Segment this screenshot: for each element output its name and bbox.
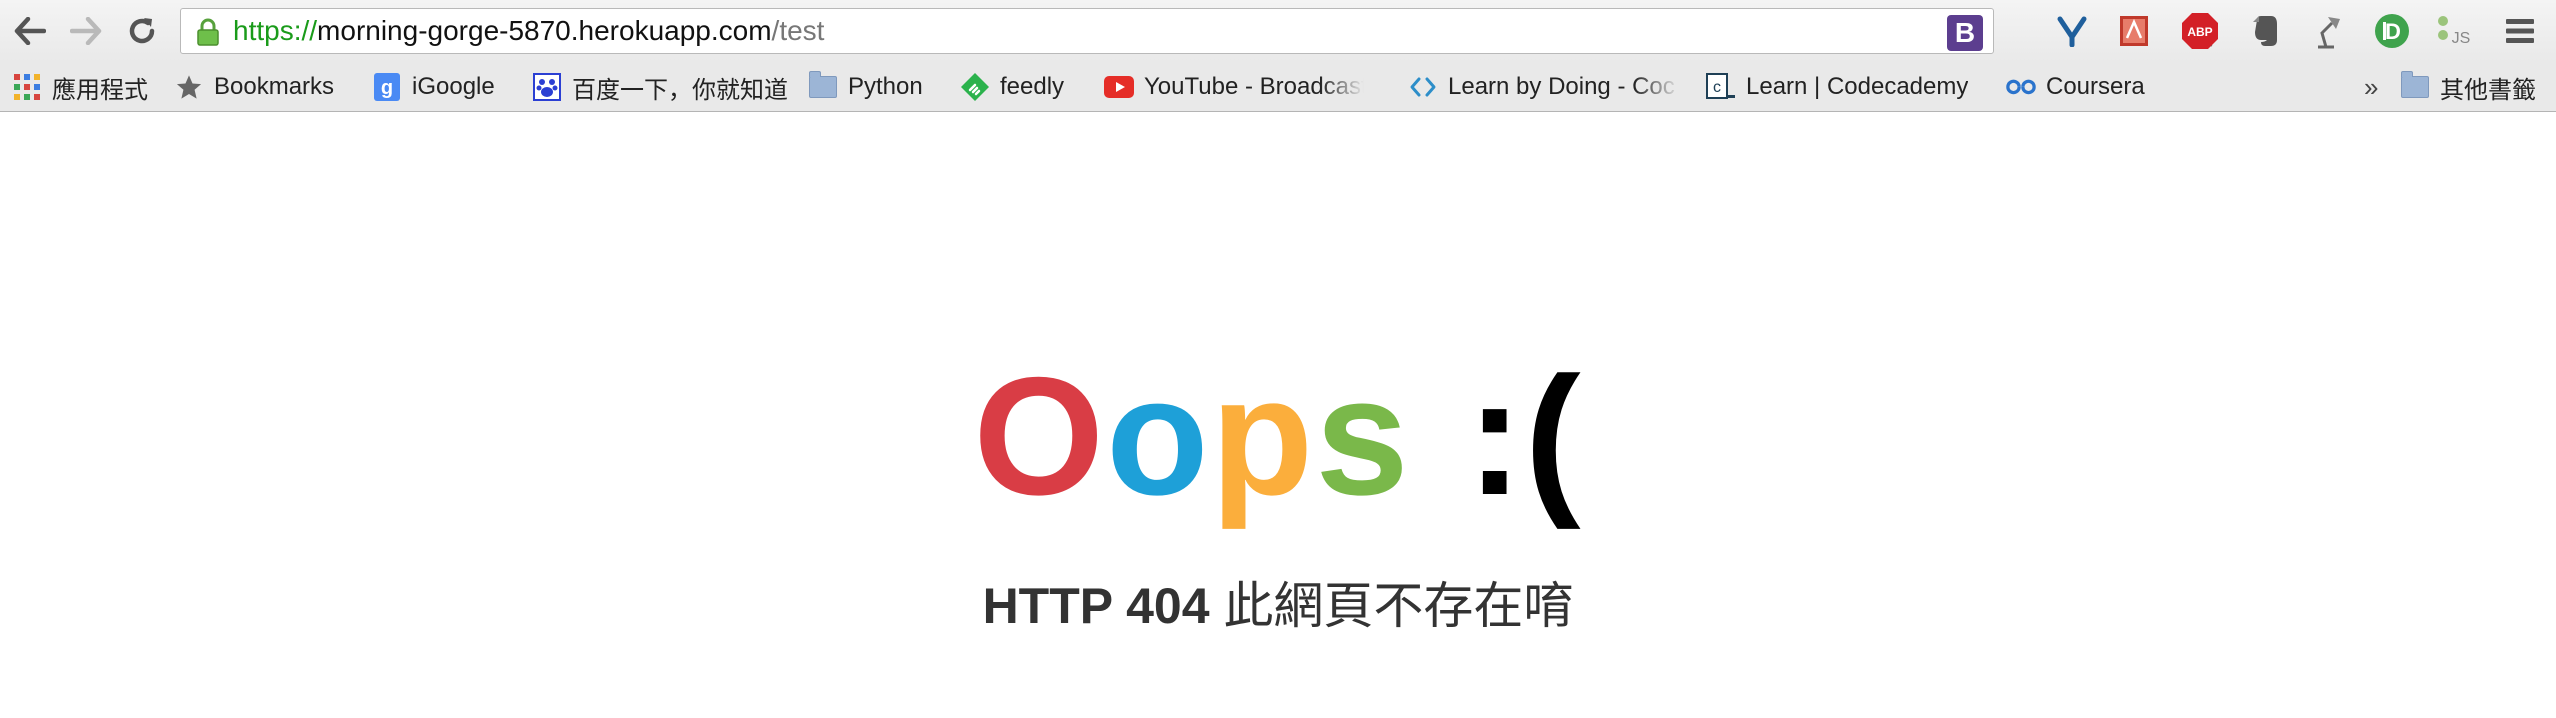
bookmark-label: 其他書籤 <box>2440 76 2536 104</box>
svg-text:g: g <box>381 77 393 99</box>
bookmark-label: feedly <box>1000 73 1065 100</box>
google-icon: g <box>372 72 402 102</box>
reload-button[interactable] <box>124 11 160 51</box>
adblock-icon[interactable]: ABP <box>2180 11 2220 51</box>
svg-text:JS: JS <box>2452 30 2471 47</box>
oops-letter-o-small: o <box>1106 342 1211 530</box>
forward-button[interactable] <box>68 11 104 51</box>
bookmark-coursera[interactable]: Coursera <box>2006 62 2145 112</box>
bookmark-learn-by-doing[interactable]: Learn by Doing - Coc <box>1408 62 1680 112</box>
feedly-icon <box>960 72 990 102</box>
bookmark-other-folder[interactable]: 其他書籤 <box>2400 62 2536 112</box>
url-text: https://morning-gorge-5870.herokuapp.com… <box>233 9 824 53</box>
svg-text:c: c <box>1713 79 1721 96</box>
code-icon <box>1408 72 1438 102</box>
baidu-icon <box>532 72 562 102</box>
js-icon[interactable]: JS <box>2434 11 2474 51</box>
oops-letter-o: O <box>973 342 1107 530</box>
bootstrap-extension-icon[interactable]: B <box>1947 15 1983 51</box>
inbox-icon[interactable]: D <box>2372 11 2412 51</box>
bookmark-label: iGoogle <box>412 73 495 100</box>
bookmarks-bar: 應用程式 Bookmarks g iGoogle 百度一下，你就知道 Pytho… <box>0 62 2556 112</box>
folder-icon <box>808 71 838 102</box>
star-icon <box>174 72 204 102</box>
bookmark-label: Bookmarks <box>214 73 335 100</box>
lamp-icon[interactable] <box>2306 11 2346 51</box>
svg-text:D: D <box>2385 19 2401 44</box>
bookmark-bookmarks[interactable]: Bookmarks <box>174 62 334 112</box>
bookmark-label: Learn by Doing - Coc <box>1448 73 1675 100</box>
oops-letter-s: s <box>1315 342 1411 530</box>
bookmark-label: Coursera <box>2046 73 2145 100</box>
back-arrow-icon <box>14 17 46 45</box>
menu-icon[interactable] <box>2500 11 2540 51</box>
bookmark-youtube[interactable]: YouTube - Broadcast <box>1104 62 1364 112</box>
bookmark-baidu[interactable]: 百度一下，你就知道 <box>532 62 788 112</box>
yslow-icon[interactable] <box>2052 11 2092 51</box>
error-message: HTTP 404 此網頁不存在唷 <box>0 566 2556 638</box>
url-scheme: https:// <box>233 15 318 46</box>
back-button[interactable] <box>12 11 48 51</box>
folder-icon <box>2400 71 2430 102</box>
bookmark-feedly[interactable]: feedly <box>960 62 1064 112</box>
youtube-icon <box>1104 72 1134 102</box>
bookmark-apps[interactable]: 應用程式 <box>12 62 148 112</box>
bookmark-label: Python <box>848 73 923 100</box>
lock-icon <box>197 18 219 46</box>
apps-icon <box>12 72 42 102</box>
svg-text:ABP: ABP <box>2187 25 2212 39</box>
evernote-icon[interactable] <box>2246 11 2286 51</box>
url-host: morning-gorge-5870.herokuapp.com <box>317 15 772 46</box>
sad-face-emoticon: :( <box>1466 342 1583 530</box>
codecademy-icon: c <box>1706 72 1736 102</box>
bookmark-label: 應用程式 <box>52 76 148 104</box>
not-found-message: 此網頁不存在唷 <box>1223 578 1574 634</box>
address-bar[interactable]: https://morning-gorge-5870.herokuapp.com… <box>180 8 2217 54</box>
coursera-icon <box>2006 72 2036 102</box>
overflow-label: » <box>2364 71 2379 102</box>
bookmark-python-folder[interactable]: Python <box>808 62 923 112</box>
forward-arrow-icon <box>70 17 102 45</box>
bookmark-label: YouTube - Broadcast <box>1144 73 1364 100</box>
bookmark-igoogle[interactable]: g iGoogle <box>372 62 495 112</box>
pdf-icon[interactable] <box>2114 11 2154 51</box>
url-path: /test <box>771 15 825 46</box>
reload-icon <box>129 18 155 44</box>
oops-heading: Oops:( <box>0 352 2556 520</box>
bookmark-label: Learn | Codecademy <box>1746 73 1969 100</box>
browser-toolbar: https://morning-gorge-5870.herokuapp.com… <box>0 0 2556 62</box>
bookmark-label: 百度一下，你就知道 <box>572 76 788 104</box>
http-status-code: HTTP 404 <box>982 578 1210 634</box>
bookmark-codecademy[interactable]: c Learn | Codecademy <box>1706 62 1968 112</box>
bookmarks-overflow-chevron[interactable]: » <box>2364 62 2378 112</box>
oops-letter-p: p <box>1210 342 1316 530</box>
